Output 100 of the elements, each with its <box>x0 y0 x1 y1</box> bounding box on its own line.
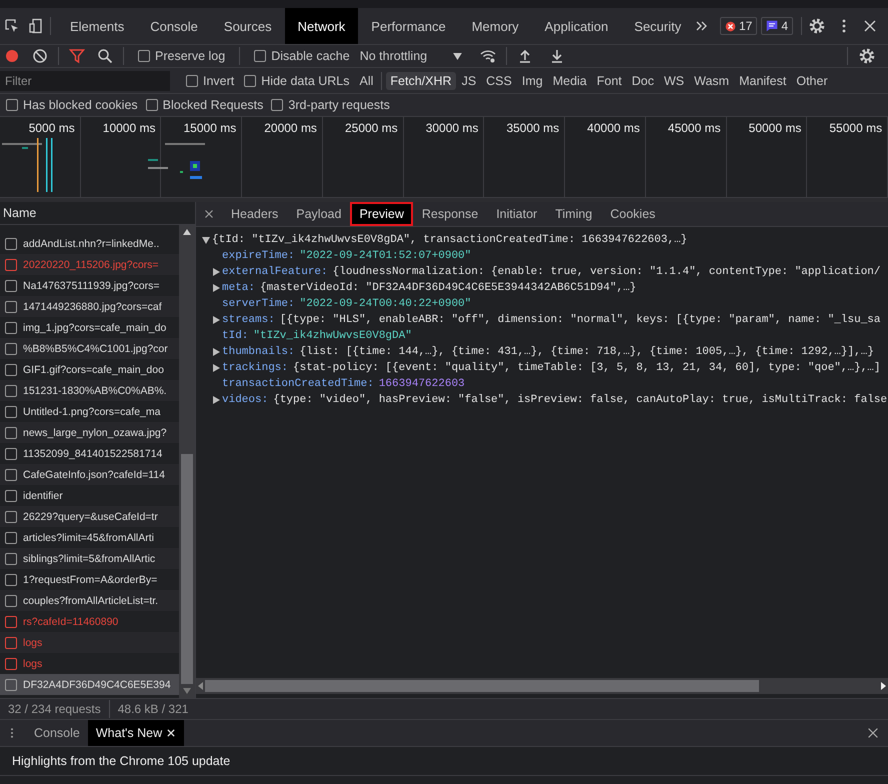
device-icon[interactable] <box>28 18 44 34</box>
request-row[interactable]: rs?cafeId=11460890 <box>0 611 179 632</box>
request-row[interactable]: addAndList.nhn?r=linkedMe.. <box>0 233 179 254</box>
type-filter[interactable]: Doc <box>628 72 658 90</box>
throttling-dropdown[interactable]: No throttling <box>360 49 462 63</box>
collapse-triangle-icon[interactable] <box>202 236 210 244</box>
drawer-tab[interactable]: What's New <box>88 720 184 746</box>
expand-triangle-icon[interactable] <box>212 396 220 404</box>
checkbox[interactable] <box>271 99 284 111</box>
filter-field[interactable]: Filter <box>0 70 170 90</box>
type-filter[interactable]: Other <box>792 72 832 90</box>
settings-icon[interactable] <box>858 47 876 65</box>
type-filter[interactable]: Wasm <box>690 72 734 90</box>
expand-triangle-icon[interactable] <box>212 284 220 292</box>
request-row[interactable]: 1?requestFrom=A&orderBy= <box>0 569 179 590</box>
panel-tab[interactable]: Security <box>621 8 694 44</box>
panel-tab[interactable]: Network <box>284 8 358 44</box>
type-filter[interactable]: Manifest <box>735 72 790 90</box>
detail-tab[interactable]: Initiator <box>487 202 546 226</box>
request-row[interactable]: 151231-1830%AB%C0%AB%. <box>0 380 179 401</box>
type-filter[interactable]: Font <box>592 72 626 90</box>
panel-tab[interactable]: Memory <box>458 8 532 44</box>
request-row[interactable]: identifier <box>0 485 179 506</box>
request-row[interactable]: siblings?limit=5&fromAllArtic <box>0 548 179 569</box>
request-row[interactable]: GIF1.gif?cors=cafe_main_doo <box>0 359 179 380</box>
json-root-summary: {tId: "tIZv_ik4zhwUwvsE0V8gDA", transactionCreatedTime: 1663947622603,…} <box>212 234 688 246</box>
request-row[interactable]: 11352099_841401522581714 <box>0 443 179 464</box>
record-icon[interactable] <box>4 48 20 64</box>
checkbox[interactable] <box>6 99 18 111</box>
request-row[interactable]: 20220220_115206.jpg?cors= <box>0 254 179 275</box>
message-count-badge[interactable]: 4 <box>761 17 793 35</box>
checkbox[interactable] <box>186 74 198 86</box>
scroll-down-arrow-icon[interactable] <box>183 688 191 694</box>
detail-tab[interactable]: Headers <box>222 202 288 226</box>
scroll-left-arrow-icon[interactable] <box>198 682 203 690</box>
horizontal-scrollbar[interactable] <box>196 678 888 694</box>
detail-tab[interactable]: Timing <box>546 202 602 226</box>
type-filter[interactable]: Img <box>518 72 547 90</box>
json-key: expireTime: <box>222 250 295 262</box>
request-row[interactable]: Untitled-1.png?cors=cafe_ma <box>0 401 179 422</box>
json-value: "2022-09-24T00:40:22+0900" <box>300 298 472 310</box>
time-tick-label: 45000 ms <box>668 121 721 135</box>
request-row[interactable]: articles?limit=45&fromAllArti <box>0 527 179 548</box>
close-icon[interactable] <box>866 726 880 740</box>
checkbox[interactable] <box>244 74 256 86</box>
scroll-right-arrow-icon[interactable] <box>881 682 886 690</box>
settings-icon[interactable] <box>808 17 826 35</box>
close-icon[interactable] <box>166 728 176 738</box>
request-row[interactable]: CafeGateInfo.json?cafeId=114 <box>0 464 179 485</box>
panel-tab[interactable]: Performance <box>358 8 459 44</box>
network-conditions-icon[interactable] <box>480 48 496 64</box>
scroll-up-arrow-icon[interactable] <box>183 229 191 235</box>
expand-triangle-icon[interactable] <box>212 268 220 276</box>
type-filter[interactable]: JS <box>458 72 480 90</box>
panel-tab[interactable]: Application <box>532 8 622 44</box>
json-value: {type: "video", hasPreview: "false", isPreview: false, canAutoPlay: true, isMultiTrack: false <box>273 394 888 406</box>
type-filter[interactable]: CSS <box>482 72 516 90</box>
panel-tab[interactable]: Elements <box>57 8 138 44</box>
checkbox[interactable] <box>146 99 158 111</box>
filter-icon[interactable] <box>69 48 85 64</box>
expand-triangle-icon[interactable] <box>212 348 220 356</box>
expand-triangle-icon[interactable] <box>212 316 220 324</box>
request-row[interactable]: Na1476375111939.jpg?cors= <box>0 275 179 296</box>
checkbox[interactable] <box>254 50 266 62</box>
close-icon[interactable] <box>862 18 878 34</box>
type-filter[interactable]: Media <box>548 72 591 90</box>
drawer-tab[interactable]: Console <box>26 720 88 746</box>
request-row[interactable]: couples?fromAllArticleList=tr. <box>0 590 179 611</box>
request-row[interactable]: logs <box>0 653 179 674</box>
type-filter[interactable]: Fetch/XHR <box>386 72 456 90</box>
search-icon[interactable] <box>97 48 113 64</box>
caret-icon <box>453 52 462 60</box>
detail-tab[interactable]: Preview <box>350 202 413 226</box>
column-header[interactable]: Name <box>0 206 36 220</box>
request-row[interactable]: 26229?query=&useCafeId=tr <box>0 506 179 527</box>
panel-tab[interactable]: Console <box>137 8 211 44</box>
request-row[interactable]: %B8%B5%C4%C1001.jpg?cor <box>0 338 179 359</box>
error-icon <box>724 20 736 32</box>
clear-icon[interactable] <box>32 48 48 64</box>
checkbox[interactable] <box>138 50 150 62</box>
time-tick-label: 10000 ms <box>102 121 156 135</box>
expand-triangle-icon[interactable] <box>212 364 220 372</box>
filter-option-label: Hide data URLs <box>261 74 350 88</box>
panel-tab[interactable]: Sources <box>210 8 285 44</box>
type-filter[interactable]: All <box>356 72 378 90</box>
request-row[interactable]: 1471449236880.jpg?cors=caf <box>0 296 179 317</box>
filter-option-label: Has blocked cookies <box>23 98 138 112</box>
request-row[interactable]: logs <box>0 632 179 653</box>
detail-tab[interactable]: Response <box>412 202 488 226</box>
inspect-icon[interactable] <box>4 18 20 34</box>
request-row[interactable]: DF32A4DF36D49C4C6E5E394 <box>0 674 179 695</box>
time-tick-label: 25000 ms <box>344 121 398 135</box>
type-filter[interactable]: WS <box>660 72 688 90</box>
json-key: streams: <box>222 314 275 326</box>
detail-tab[interactable]: Payload <box>287 202 350 226</box>
scrollbar[interactable] <box>179 225 195 698</box>
request-row[interactable]: news_large_nylon_ozawa.jpg? <box>0 422 179 443</box>
request-row[interactable]: img_1.jpg?cors=cafe_main_do <box>0 317 179 338</box>
error-count-badge[interactable]: 17 <box>720 17 758 35</box>
detail-tab[interactable]: Cookies <box>601 202 664 226</box>
